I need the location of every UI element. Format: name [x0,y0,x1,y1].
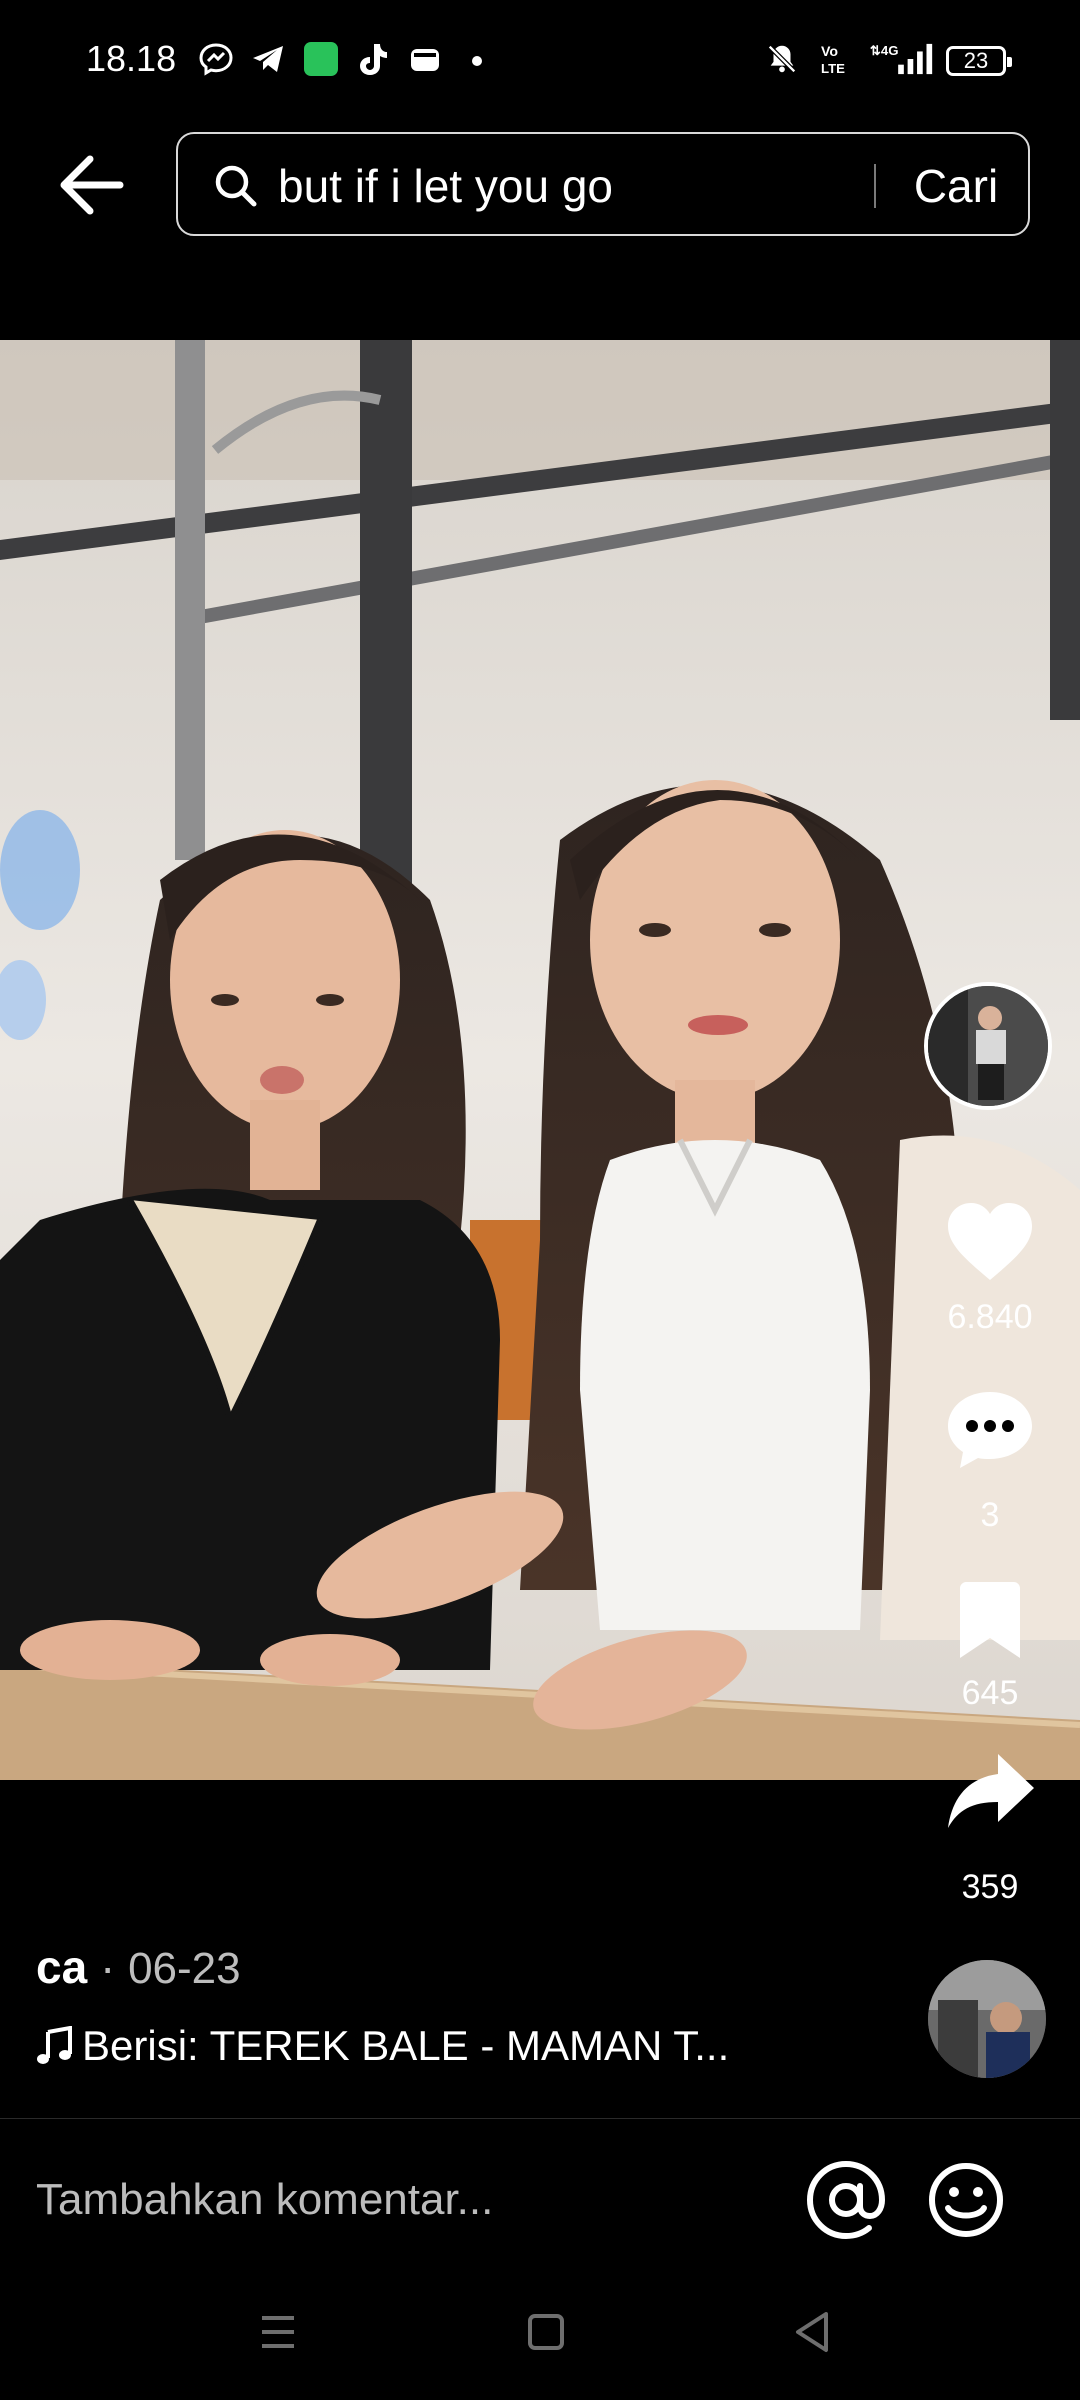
status-bar: 18.18 Vo LTE ⇅4G 23 [0,0,1080,110]
comment-count: 3 [980,1496,1000,1534]
music-line[interactable]: Berisi: TEREK BALE - MAMAN T... [36,2022,729,2070]
battery-level: 23 [963,48,989,73]
comment-input[interactable] [36,2170,776,2230]
messenger-icon [199,43,233,76]
search-input[interactable] [278,158,978,214]
bookmark-icon[interactable] [956,1580,1024,1660]
status-time: 18.18 [86,38,177,79]
search-box[interactable]: Cari [176,132,1030,236]
video-player[interactable] [0,340,1080,1780]
post-date: 06-23 [128,1944,241,1993]
search-icon [215,165,257,207]
like-count: 6.840 [947,1298,1033,1336]
share-arrow-icon[interactable] [946,1750,1038,1832]
music-disc[interactable] [928,1960,1046,2078]
music-cover-image [928,1960,1046,2078]
author-avatar[interactable] [924,982,1052,1110]
volte-icon: Vo LTE [821,44,845,76]
battery-icon: 23 [946,46,1012,76]
share-count: 359 [961,1868,1019,1906]
mute-icon [768,45,796,73]
back-arrow-icon[interactable] [50,145,140,225]
search-divider [874,164,876,208]
svg-text:⇅4G: ⇅4G [870,43,899,58]
emoji-icon[interactable] [926,2160,1006,2240]
4g-signal-icon: ⇅4G [870,43,933,75]
music-note-icon [37,2025,72,2064]
svg-text:Vo: Vo [821,44,838,60]
nav-home-icon[interactable] [526,2308,566,2356]
author-line: ca · 06-23 [36,1940,241,1994]
save-count: 645 [961,1674,1019,1712]
svg-text:LTE: LTE [821,61,845,76]
date-separator: · [87,1941,129,1993]
nav-menu-icon[interactable] [258,2308,298,2356]
telegram-icon [253,46,283,72]
app-icon [304,42,338,76]
author-avatar-image [928,986,1048,1106]
like-heart-icon[interactable] [944,1200,1036,1284]
mention-icon[interactable] [806,2160,886,2240]
search-submit-button[interactable]: Cari [886,156,1026,216]
dot-icon [472,56,482,66]
wallet-icon [411,49,439,71]
music-title: Berisi: TEREK BALE - MAMAN T... [82,2022,730,2069]
nav-back-icon[interactable] [792,2308,832,2356]
comment-divider [0,2118,1080,2119]
author-name[interactable]: ca [36,1941,87,1993]
comment-bubble-icon[interactable] [944,1388,1036,1472]
tiktok-icon [360,44,387,75]
video-frame [0,340,1080,1780]
